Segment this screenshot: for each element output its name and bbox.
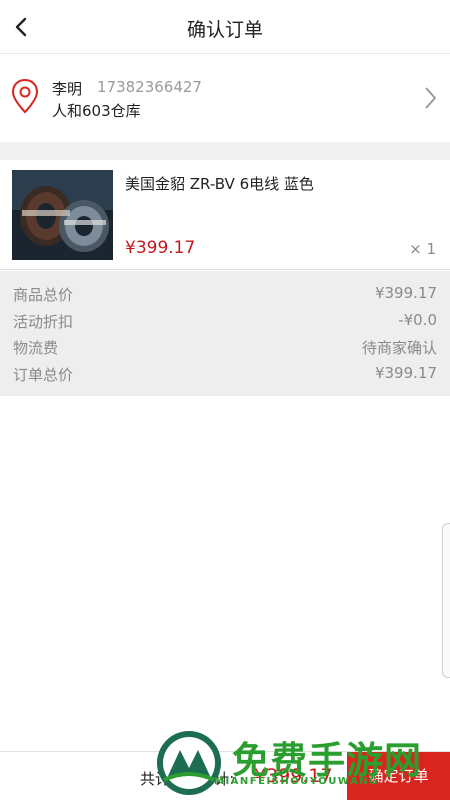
summary-value: -¥0.0 xyxy=(398,310,437,329)
section-divider xyxy=(0,142,450,160)
product-thumbnail[interactable] xyxy=(12,170,113,260)
confirm-order-button[interactable]: 确定订单 xyxy=(347,752,450,800)
summary-label: 商品总价 xyxy=(13,286,74,304)
chevron-right-icon[interactable] xyxy=(420,84,440,112)
summary-row: 物流费 待商家确认 xyxy=(0,334,450,361)
location-pin-icon xyxy=(11,78,39,114)
total-price: ¥399.17 xyxy=(254,765,333,787)
summary-value: ¥399.17 xyxy=(374,284,437,302)
summary-row: 订单总价 ¥399.17 xyxy=(0,361,450,388)
summary-row: 商品总价 ¥399.17 xyxy=(0,281,450,308)
summary-value: ¥399.17 xyxy=(374,363,437,382)
recipient-phone: 17382366427 xyxy=(97,78,202,96)
bottom-bar: 共计1件 合计: ¥399.17 确定订单 xyxy=(0,751,450,800)
summary-label: 物流费 xyxy=(13,339,59,357)
summary-value: 待商家确认 xyxy=(361,339,437,357)
product-quantity: × 1 xyxy=(409,240,436,258)
summary-label: 活动折扣 xyxy=(13,312,74,331)
product-item[interactable]: 美国金貂 ZR-BV 6电线 蓝色 ¥399.17 × 1 xyxy=(0,160,450,270)
recipient-name: 李明 xyxy=(52,80,83,98)
top-bar: 确认订单 xyxy=(0,0,450,54)
price-summary: 商品总价 ¥399.17 活动折扣 -¥0.0 物流费 待商家确认 订单总价 ¥… xyxy=(0,271,450,396)
page-title: 确认订单 xyxy=(186,19,263,41)
side-drawer-handle[interactable] xyxy=(442,523,450,678)
product-price: ¥399.17 xyxy=(125,238,196,258)
product-title[interactable]: 美国金貂 ZR-BV 6电线 蓝色 xyxy=(125,173,314,194)
summary-row: 活动折扣 -¥0.0 xyxy=(0,308,450,335)
total-count-label: 共计1件 合计: xyxy=(140,770,235,788)
shipping-address-card[interactable]: 李明 17382366427 人和603仓库 xyxy=(0,54,450,142)
recipient-address: 人和603仓库 xyxy=(52,102,141,120)
summary-label: 订单总价 xyxy=(13,365,74,384)
